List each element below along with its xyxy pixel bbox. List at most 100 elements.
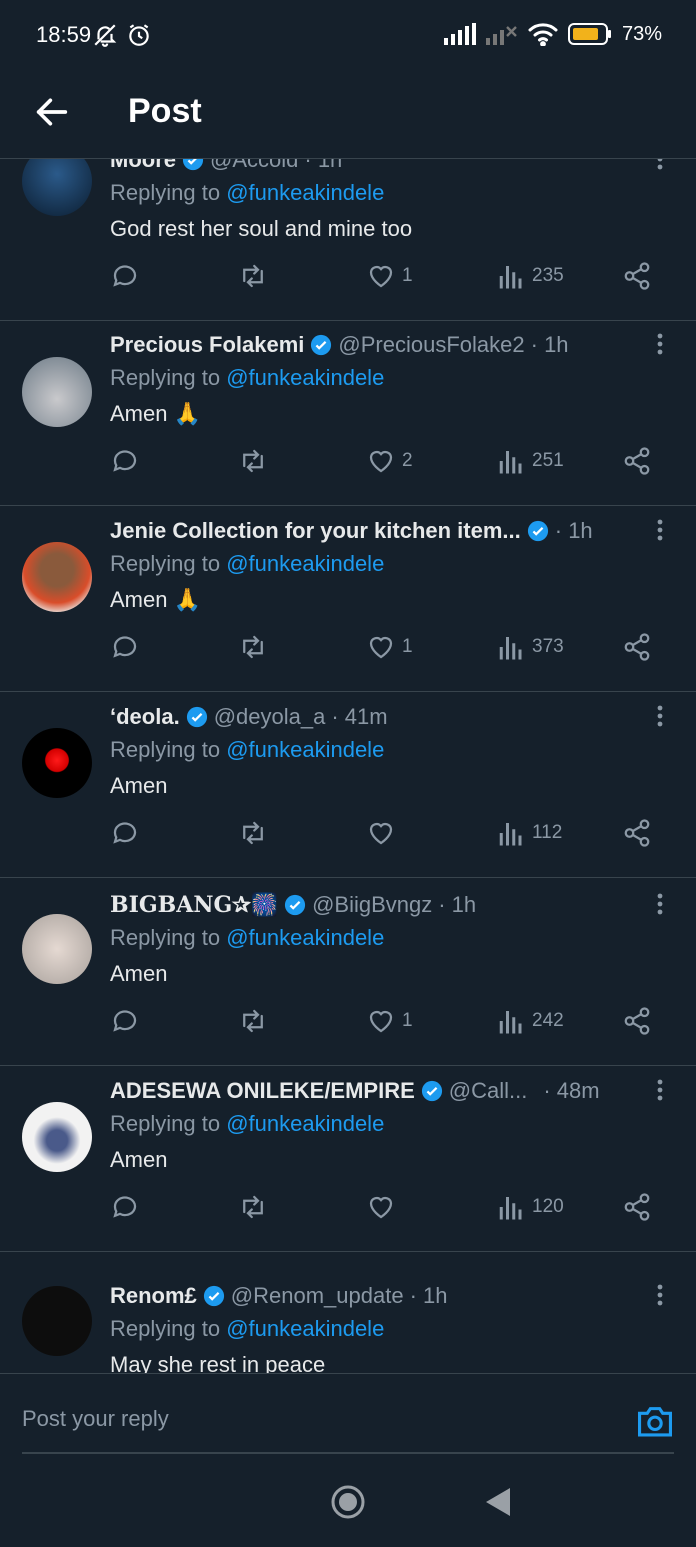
reply-post[interactable]: ‘deola. @deyola_a · 41m Replying to @fun… xyxy=(0,692,696,878)
repost-button[interactable] xyxy=(238,632,268,662)
more-vertical-icon[interactable] xyxy=(650,332,670,356)
reply-button[interactable] xyxy=(110,632,140,662)
post-time: · 41m xyxy=(331,704,388,729)
views-button[interactable]: 112 xyxy=(496,818,562,848)
post-actions: 120 xyxy=(110,1192,670,1226)
share-icon xyxy=(624,633,650,661)
author-name[interactable]: Jenie Collection for your kitchen item..… xyxy=(110,518,521,544)
author-name[interactable]: BIGBANG✰🎆 xyxy=(110,892,278,918)
like-count: 1 xyxy=(402,636,413,657)
like-button[interactable]: 1 xyxy=(366,632,413,662)
share-button[interactable] xyxy=(622,1192,652,1222)
post-time: · 1h xyxy=(530,332,569,357)
reply-button[interactable] xyxy=(110,1006,140,1036)
post-actions: 112 xyxy=(110,818,670,852)
more-vertical-icon[interactable] xyxy=(650,704,670,728)
post-text: May she rest in peace xyxy=(110,1352,326,1373)
author-name[interactable]: ADESEWA ONILEKE/EMPIRE xyxy=(110,1078,415,1104)
post-header: Precious Folakemi @PreciousFolake2 · 1h xyxy=(110,332,569,358)
post-header: Jenie Collection for your kitchen item..… xyxy=(110,518,593,544)
author-handle[interactable]: @PreciousFolake2 xyxy=(338,332,524,358)
reply-to-handle[interactable]: @funkeakindele xyxy=(226,737,384,762)
share-button[interactable] xyxy=(622,818,652,848)
views-button[interactable]: 120 xyxy=(496,1192,564,1222)
repost-icon xyxy=(243,1195,263,1219)
share-button[interactable] xyxy=(622,446,652,476)
verified-badge-icon xyxy=(421,1080,442,1102)
reply-button[interactable] xyxy=(110,446,140,476)
reply-post[interactable]: ADESEWA ONILEKE/EMPIRE @Call... · 48m Re… xyxy=(0,1066,696,1252)
avatar[interactable] xyxy=(22,914,92,984)
like-button[interactable]: 1 xyxy=(366,261,413,291)
reply-post[interactable]: Jenie Collection for your kitchen item..… xyxy=(0,506,696,692)
avatar[interactable] xyxy=(22,159,92,216)
like-button[interactable] xyxy=(366,818,402,848)
more-vertical-icon[interactable] xyxy=(650,159,670,171)
reply-to-handle[interactable]: @funkeakindele xyxy=(226,1316,384,1341)
status-left-icons xyxy=(92,22,152,48)
more-vertical-icon[interactable] xyxy=(650,1283,670,1307)
avatar[interactable] xyxy=(22,1102,92,1172)
camera-icon[interactable] xyxy=(636,1404,674,1438)
reply-to-handle[interactable]: @funkeakindele xyxy=(226,551,384,576)
reply-button[interactable] xyxy=(110,818,140,848)
views-button[interactable]: 251 xyxy=(496,446,564,476)
avatar[interactable] xyxy=(22,728,92,798)
avatar[interactable] xyxy=(22,357,92,427)
views-button[interactable]: 235 xyxy=(496,261,564,291)
views-icon xyxy=(499,451,522,474)
heart-icon xyxy=(369,822,393,845)
signal-icon xyxy=(443,23,476,45)
repost-button[interactable] xyxy=(238,1192,268,1222)
views-button[interactable]: 373 xyxy=(496,632,564,662)
reply-post[interactable]: Moore @Accoid · 1h Replying to @funkeaki… xyxy=(0,159,696,321)
more-vertical-icon[interactable] xyxy=(650,1078,670,1102)
home-circle-icon[interactable] xyxy=(330,1484,366,1520)
back-triangle-icon[interactable] xyxy=(484,1486,512,1518)
reply-to-handle[interactable]: @funkeakindele xyxy=(226,180,384,205)
author-handle[interactable]: @Renom_update xyxy=(231,1283,404,1309)
reply-post[interactable]: Renom£ @Renom_update · 1h Replying to @f… xyxy=(0,1251,696,1373)
post-actions: 1 373 xyxy=(110,632,670,666)
like-button[interactable]: 1 xyxy=(366,1006,413,1036)
author-handle[interactable]: @Call... xyxy=(449,1078,528,1104)
post-text: Amen 🙏 xyxy=(110,401,201,426)
author-name[interactable]: Renom£ xyxy=(110,1283,197,1309)
author-handle[interactable]: @BiigBvngz xyxy=(312,892,432,918)
share-button[interactable] xyxy=(622,632,652,662)
like-button[interactable] xyxy=(366,1192,402,1222)
author-handle[interactable]: @Accoid xyxy=(210,159,298,173)
author-name[interactable]: Moore xyxy=(110,159,176,173)
avatar[interactable] xyxy=(22,542,92,612)
repost-button[interactable] xyxy=(238,1006,268,1036)
replying-to: Replying to @funkeakindele xyxy=(110,737,385,762)
reply-post[interactable]: BIGBANG✰🎆 @BiigBvngz · 1h Replying to @f… xyxy=(0,878,696,1066)
author-name[interactable]: Precious Folakemi xyxy=(110,332,304,358)
reply-to-handle[interactable]: @funkeakindele xyxy=(226,365,384,390)
reply-post[interactable]: Precious Folakemi @PreciousFolake2 · 1h … xyxy=(0,320,696,506)
reply-to-handle[interactable]: @funkeakindele xyxy=(226,925,384,950)
reply-button[interactable] xyxy=(110,261,140,291)
views-button[interactable]: 242 xyxy=(496,1006,564,1036)
replying-to: Replying to @funkeakindele xyxy=(110,925,385,950)
share-button[interactable] xyxy=(622,261,652,291)
author-name[interactable]: ‘deola. xyxy=(110,704,180,730)
repost-button[interactable] xyxy=(238,446,268,476)
reply-input[interactable]: Post your reply xyxy=(22,1374,674,1454)
repost-icon xyxy=(243,449,263,473)
like-button[interactable]: 2 xyxy=(366,446,413,476)
post-text: Amen xyxy=(110,961,168,986)
repost-button[interactable] xyxy=(238,261,268,291)
arrow-left-icon[interactable] xyxy=(32,92,72,132)
more-vertical-icon[interactable] xyxy=(650,892,670,916)
view-count: 235 xyxy=(532,265,564,286)
share-button[interactable] xyxy=(622,1006,652,1036)
repost-button[interactable] xyxy=(238,818,268,848)
reply-to-handle[interactable]: @funkeakindele xyxy=(226,1111,384,1136)
more-vertical-icon[interactable] xyxy=(650,518,670,542)
share-icon xyxy=(624,1007,650,1035)
avatar[interactable] xyxy=(22,1286,92,1356)
reply-button[interactable] xyxy=(110,1192,140,1222)
views-icon xyxy=(499,1011,522,1034)
author-handle[interactable]: @deyola_a xyxy=(214,704,326,730)
